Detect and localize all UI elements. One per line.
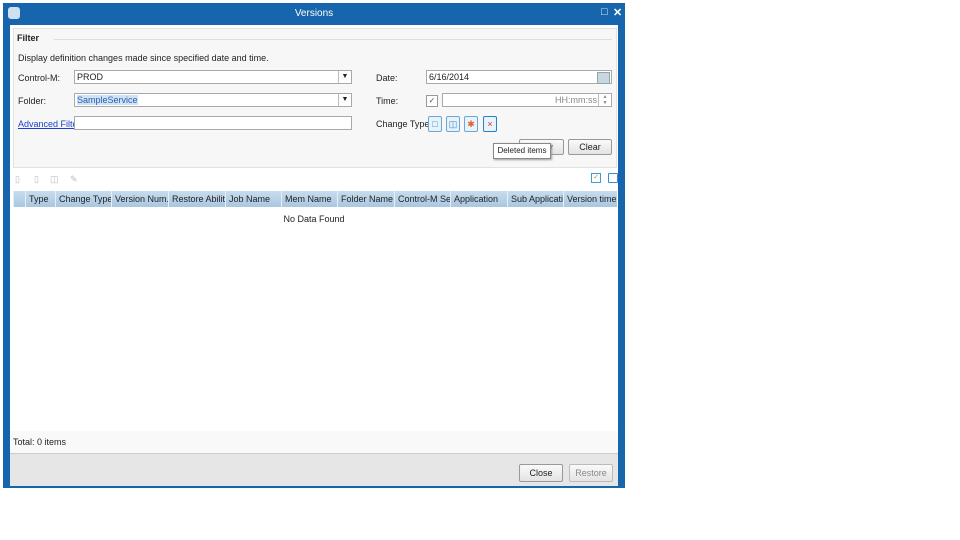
table-header: Type Change Type Version Num... Restore … bbox=[13, 191, 617, 207]
column-header-mem-name[interactable]: Mem Name bbox=[281, 191, 337, 207]
calendar-icon[interactable] bbox=[597, 72, 610, 84]
compare-icon[interactable]: ◫ bbox=[50, 174, 59, 185]
column-header-version-number[interactable]: Version Num... bbox=[111, 191, 168, 207]
controlm-label: Control-M: bbox=[18, 73, 61, 83]
deselect-all-icon[interactable] bbox=[608, 173, 618, 183]
versions-dialog: Versions □ ✕ Filter Display definition c… bbox=[3, 3, 625, 488]
column-header-folder-name[interactable]: Folder Name bbox=[337, 191, 394, 207]
column-header-application[interactable]: Application bbox=[450, 191, 507, 207]
column-header-select[interactable] bbox=[13, 191, 25, 207]
clear-button[interactable]: Clear bbox=[568, 139, 612, 155]
folder-select[interactable]: SampleService ▼ bbox=[74, 93, 352, 107]
column-header-version-time[interactable]: Version time... bbox=[563, 191, 617, 207]
footer-bar: Close Restore bbox=[10, 454, 618, 486]
title-bar[interactable]: Versions □ ✕ bbox=[3, 3, 625, 24]
controlm-select[interactable]: PROD ▼ bbox=[74, 70, 352, 84]
time-placeholder: HH:mm:ss bbox=[555, 95, 597, 105]
chevron-down-icon[interactable]: ▼ bbox=[338, 94, 351, 106]
filter-legend: Filter bbox=[17, 33, 40, 43]
folder-value: SampleService bbox=[77, 95, 138, 105]
column-header-change-type[interactable]: Change Type bbox=[55, 191, 111, 207]
column-header-restore-ability[interactable]: Restore Ability bbox=[168, 191, 225, 207]
controlm-value: PROD bbox=[77, 72, 104, 82]
column-header-controlm-server[interactable]: Control-M Se... bbox=[394, 191, 450, 207]
time-label: Time: bbox=[376, 96, 399, 106]
tooltip: Deleted items bbox=[493, 143, 551, 159]
empty-message: No Data Found bbox=[283, 214, 345, 224]
date-input[interactable]: 6/16/2014 bbox=[426, 70, 612, 84]
date-label: Date: bbox=[376, 73, 398, 83]
modified-item-icon[interactable]: ◫ bbox=[446, 116, 460, 132]
filter-divider bbox=[54, 39, 612, 40]
time-input[interactable]: HH:mm:ss ▲ ▼ bbox=[442, 93, 612, 107]
column-header-sub-application[interactable]: Sub Applicati... bbox=[507, 191, 563, 207]
close-button[interactable]: Close bbox=[519, 464, 563, 482]
new-item-icon[interactable]: □ bbox=[428, 116, 442, 132]
select-all-icon[interactable]: ✓ bbox=[591, 173, 601, 183]
advanced-filter-input[interactable] bbox=[74, 116, 352, 130]
advanced-filter-link[interactable]: Advanced Filter bbox=[18, 119, 81, 129]
restore-window-icon[interactable]: □ bbox=[601, 6, 608, 18]
filter-description: Display definition changes made since sp… bbox=[18, 53, 269, 63]
chevron-down-icon[interactable]: ▼ bbox=[338, 71, 351, 83]
time-checkbox[interactable]: ✓ bbox=[426, 95, 438, 107]
change-type-label: Change Type: bbox=[376, 119, 432, 129]
column-header-job-name[interactable]: Job Name bbox=[225, 191, 281, 207]
copy-icon[interactable]: ▯ bbox=[15, 174, 20, 185]
total-items: Total: 0 items bbox=[13, 437, 67, 447]
edit-icon[interactable]: ✎ bbox=[70, 174, 78, 185]
date-value: 6/16/2014 bbox=[429, 72, 470, 82]
folder-label: Folder: bbox=[18, 96, 47, 106]
status-bar: Total: 0 items bbox=[10, 431, 618, 454]
restored-item-icon[interactable]: ✱ bbox=[464, 116, 478, 132]
close-window-icon[interactable]: ✕ bbox=[613, 6, 622, 19]
document-icon[interactable]: ▯ bbox=[34, 174, 39, 185]
deleted-item-icon[interactable]: × bbox=[483, 116, 497, 132]
restore-button[interactable]: Restore bbox=[569, 464, 613, 482]
time-spinner[interactable]: ▲ ▼ bbox=[598, 94, 611, 106]
dialog-body: Filter Display definition changes made s… bbox=[10, 25, 618, 486]
column-header-type[interactable]: Type bbox=[25, 191, 55, 207]
window-title: Versions bbox=[294, 8, 334, 19]
